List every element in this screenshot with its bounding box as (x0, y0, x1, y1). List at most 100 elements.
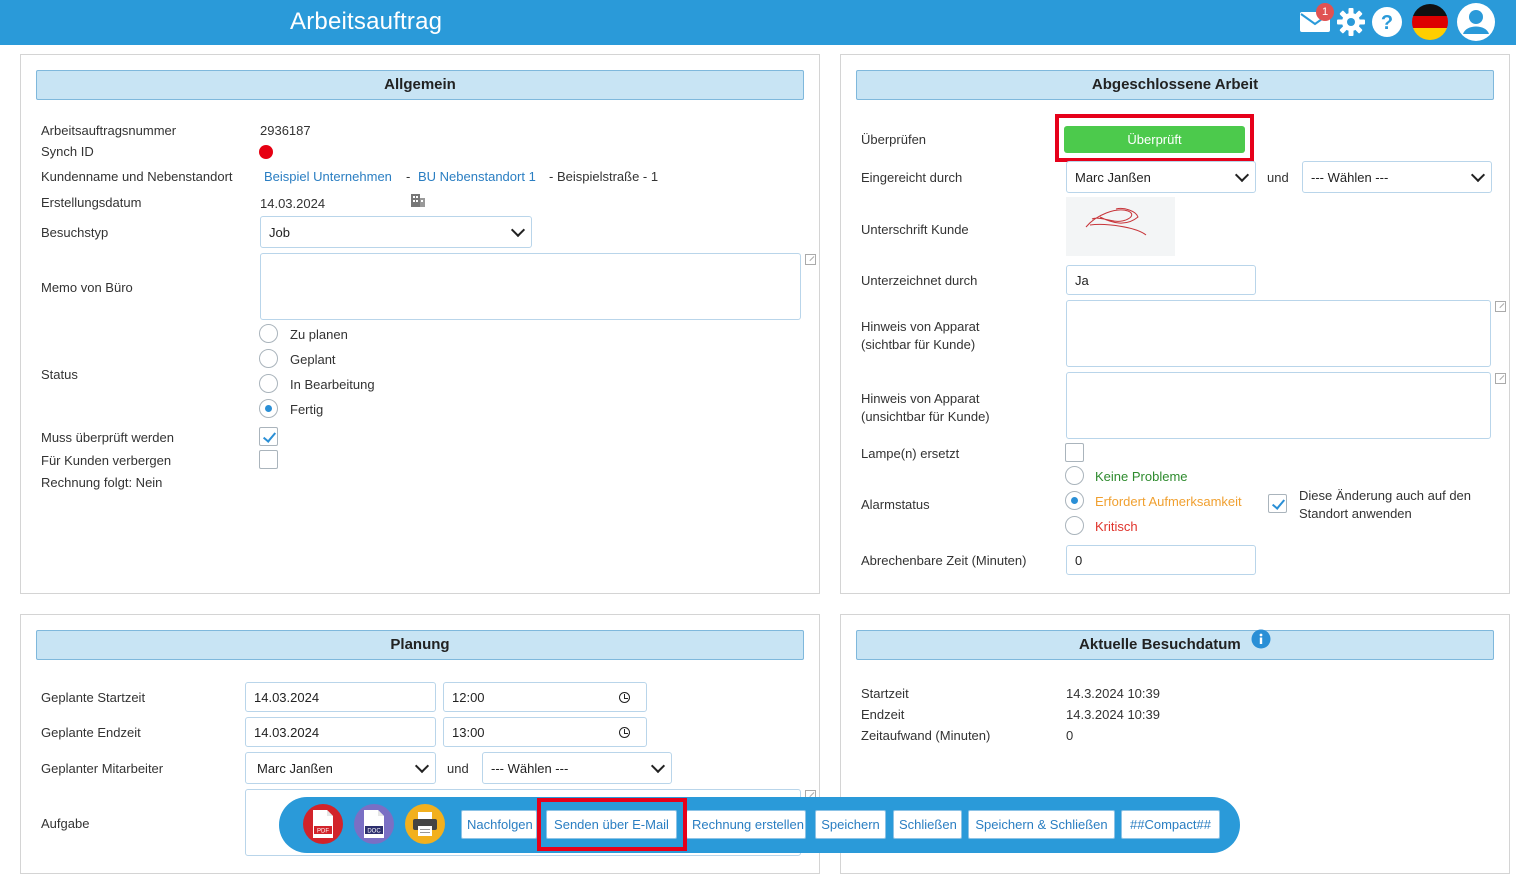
status-option-label: Geplant (290, 352, 336, 367)
customer-label: Kundenname und Nebenstandort (41, 169, 233, 184)
submitted-by-label: Eingereicht durch (861, 170, 963, 185)
save-button[interactable]: Speichern (815, 810, 886, 839)
alarm-option-label: Erfordert Aufmerksamkeit (1095, 494, 1242, 509)
customer-signature-image (1066, 197, 1175, 256)
choose-value: --- Wählen --- (1311, 169, 1389, 185)
expand-icon[interactable] (1495, 373, 1506, 384)
submitted-by-select[interactable]: Marc Janßen (1066, 161, 1256, 193)
note-visible-label-line1: Hinweis von Apparat (861, 319, 980, 334)
billable-time-input[interactable]: 0 (1066, 545, 1256, 575)
create-invoice-button[interactable]: Rechnung erstellen (686, 810, 806, 839)
status-radio-geplant[interactable] (259, 349, 278, 368)
additional-employee-select[interactable]: --- Wählen --- (482, 752, 672, 784)
visit-start-label: Startzeit (861, 686, 909, 701)
user-avatar-icon[interactable] (1456, 3, 1496, 41)
visit-end-value: 14.3.2024 10:39 (1066, 707, 1160, 722)
note-visible-textarea[interactable] (1066, 300, 1491, 367)
planned-start-time-input[interactable]: 12:00 (443, 682, 647, 712)
planned-start-date-input[interactable]: 14.03.2024 (245, 682, 436, 712)
pdf-icon[interactable]: PDF (303, 804, 343, 844)
print-icon[interactable] (405, 804, 445, 844)
alarm-radio-keine-probleme[interactable] (1065, 466, 1084, 485)
save-and-close-button[interactable]: Speichern & Schließen (968, 810, 1115, 839)
note-hidden-label-line2: (unsichtbar für Kunde) (861, 409, 990, 424)
planned-end-time-input[interactable]: 13:00 (443, 717, 647, 747)
planned-start-label: Geplante Startzeit (41, 690, 146, 705)
clock-icon (619, 726, 630, 738)
hide-customer-label: Für Kunden verbergen (41, 453, 172, 468)
and-label: und (447, 761, 469, 776)
chevron-down-icon (510, 222, 526, 237)
note-visible-label-line2: (sichtbar für Kunde) (861, 337, 976, 352)
planned-end-time-value: 13:00 (452, 724, 485, 740)
customer-address: - Beispielstraße - 1 (549, 169, 659, 184)
building-icon[interactable] (410, 192, 426, 211)
pdf-icon-label: PDF (317, 829, 329, 835)
order-number-label: Arbeitsauftragsnummer (41, 123, 177, 138)
chevron-down-icon (414, 758, 430, 773)
note-hidden-textarea[interactable] (1066, 372, 1491, 439)
additional-submitter-select[interactable]: --- Wählen --- (1302, 161, 1492, 193)
signature-label: Unterschrift Kunde (861, 222, 969, 237)
apply-location-checkbox[interactable] (1268, 494, 1287, 513)
must-review-checkbox[interactable] (259, 427, 278, 446)
apply-location-label-line1: Diese Änderung auch auf den (1299, 488, 1472, 503)
section-title-aktuelle-besuchdatum: Aktuelle Besuchdatum (856, 629, 1494, 660)
planned-end-label: Geplante Endzeit (41, 725, 141, 740)
doc-icon-label: DOC (367, 829, 381, 835)
choose-value: --- Wählen --- (491, 760, 569, 776)
expand-icon[interactable] (1495, 301, 1506, 312)
visit-type-select[interactable]: Job (260, 216, 532, 248)
synch-status-dot (259, 145, 273, 159)
status-option-label: In Bearbeitung (290, 377, 375, 392)
alarm-status-label: Alarmstatus (861, 497, 930, 512)
follow-up-button[interactable]: Nachfolgen (461, 810, 537, 839)
alarm-radio-kritisch[interactable] (1065, 516, 1084, 535)
gear-icon[interactable] (1334, 4, 1368, 40)
billable-time-label: Abrechenbare Zeit (Minuten) (861, 553, 1027, 568)
customer-link[interactable]: Beispiel Unternehmen (264, 169, 392, 184)
planned-start-time-value: 12:00 (452, 689, 485, 705)
memo-textarea[interactable] (260, 253, 801, 320)
compact-button[interactable]: ##Compact## (1121, 810, 1220, 839)
chevron-down-icon (650, 758, 666, 773)
status-radio-in-bearbeitung[interactable] (259, 374, 278, 393)
note-visible-label: Hinweis von Apparat (sichtbar für Kunde) (861, 318, 980, 354)
lamps-replaced-checkbox[interactable] (1065, 443, 1084, 462)
svg-text:?: ? (1381, 12, 1393, 34)
billable-time-value: 0 (1075, 552, 1083, 568)
german-flag-icon[interactable] (1410, 4, 1450, 40)
highlight-box-reviewed (1055, 114, 1254, 162)
section-title-allgemein: Allgemein (36, 70, 804, 100)
task-label: Aufgabe (41, 816, 90, 831)
planned-employee-value: Marc Janßen (257, 760, 333, 776)
top-bar: Arbeitsauftrag (0, 0, 1516, 45)
close-button[interactable]: Schließen (893, 810, 962, 839)
chevron-down-icon (1234, 167, 1250, 182)
chevron-down-icon (1470, 167, 1486, 182)
status-radio-zu-planen[interactable] (259, 324, 278, 343)
alarm-option-label: Kritisch (1095, 519, 1138, 534)
signed-by-input[interactable]: Ja (1066, 265, 1256, 295)
hide-customer-checkbox[interactable] (259, 450, 278, 469)
visit-end-label: Endzeit (861, 707, 905, 722)
mail-badge: 1 (1316, 3, 1334, 21)
expand-icon[interactable] (805, 254, 816, 265)
doc-icon[interactable]: DOC (354, 804, 394, 844)
customer-separator: - (406, 169, 411, 184)
alarm-option-label: Keine Probleme (1095, 469, 1188, 484)
alarm-radio-erfordert-aufmerksamkeit[interactable] (1065, 491, 1084, 510)
planned-employee-select[interactable]: Marc Janßen (245, 752, 436, 784)
help-icon[interactable]: ? (1370, 4, 1404, 40)
invoice-follows-text: Rechnung folgt: Nein (41, 475, 163, 490)
branch-link[interactable]: BU Nebenstandort 1 (418, 169, 536, 184)
info-icon[interactable] (1251, 629, 1271, 659)
section-title-text: Aktuelle Besuchdatum (1079, 636, 1241, 653)
visit-duration-value: 0 (1066, 728, 1074, 743)
planned-end-date-input[interactable]: 14.03.2024 (245, 717, 436, 747)
must-review-label: Muss überprüft werden (41, 430, 174, 445)
created-label: Erstellungsdatum (41, 195, 142, 210)
lamps-replaced-label: Lampe(n) ersetzt (861, 446, 960, 461)
status-radio-fertig[interactable] (259, 399, 278, 418)
order-number-value: 2936187 (260, 123, 311, 138)
